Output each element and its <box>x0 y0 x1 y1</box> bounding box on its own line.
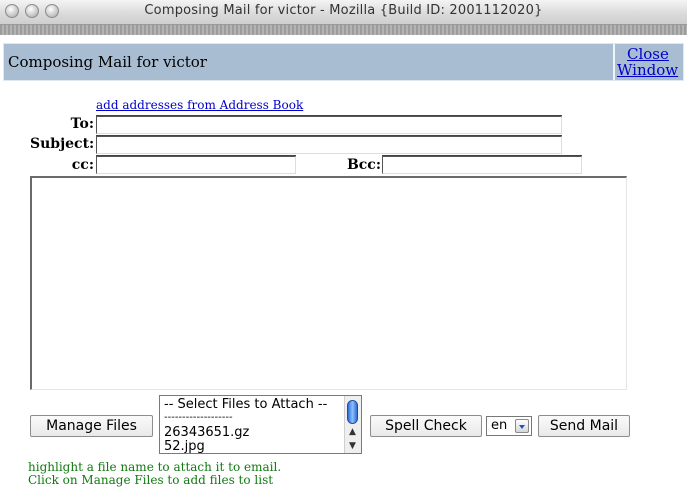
bcc-field[interactable] <box>382 156 582 174</box>
to-field[interactable] <box>96 116 562 134</box>
file-option-placeholder[interactable]: -- Select Files to Attach -- <box>164 397 327 412</box>
address-book-link[interactable]: add addresses from Address Book <box>96 98 303 112</box>
file-option[interactable]: 26343651.gz <box>164 425 249 440</box>
chevron-down-icon[interactable] <box>515 419 529 433</box>
window-title-bar[interactable]: Composing Mail for victor - Mozilla {Bui… <box>0 0 687 25</box>
to-label: To: <box>70 116 94 132</box>
language-selected-value: en <box>491 418 508 433</box>
file-option[interactable]: 52.jpg <box>164 439 205 453</box>
close-window-link[interactable]: Close Window <box>617 46 678 78</box>
bcc-label: Bcc: <box>346 157 381 173</box>
manage-files-button[interactable]: Manage Files <box>30 415 153 437</box>
page-header: Composing Mail for victor Close Window <box>3 43 684 81</box>
file-option-separator[interactable]: ------------------- <box>164 412 233 423</box>
send-mail-button[interactable]: Send Mail <box>538 415 630 437</box>
spell-check-button[interactable]: Spell Check <box>370 415 482 437</box>
toolbar-band <box>0 25 687 35</box>
message-body-textarea[interactable] <box>30 176 627 390</box>
page-title: Composing Mail for victor <box>8 53 207 71</box>
language-select[interactable]: en <box>486 416 532 436</box>
cc-label: cc: <box>71 157 94 173</box>
close-link-line2: Window <box>617 61 679 79</box>
window-title: Composing Mail for victor - Mozilla {Bui… <box>144 3 543 18</box>
attachment-file-list[interactable]: -- Select Files to Attach -- -----------… <box>159 395 362 454</box>
scrollbar-thumb[interactable] <box>347 400 358 424</box>
scroll-up-arrow-icon[interactable]: ▲ <box>349 428 356 437</box>
manage-files-hint-text: Click on Manage Files to add files to li… <box>28 473 274 487</box>
attach-hint-text: highlight a file name to attach it to em… <box>28 460 282 474</box>
header-divider <box>613 44 615 80</box>
scroll-down-arrow-icon[interactable]: ▼ <box>349 442 356 451</box>
cc-field[interactable] <box>96 156 296 174</box>
file-list-scrollbar[interactable]: ▲ ▼ <box>344 396 361 453</box>
subject-label: Subject: <box>30 136 95 152</box>
close-link-line1: Close <box>627 45 669 63</box>
subject-field[interactable] <box>96 136 562 154</box>
